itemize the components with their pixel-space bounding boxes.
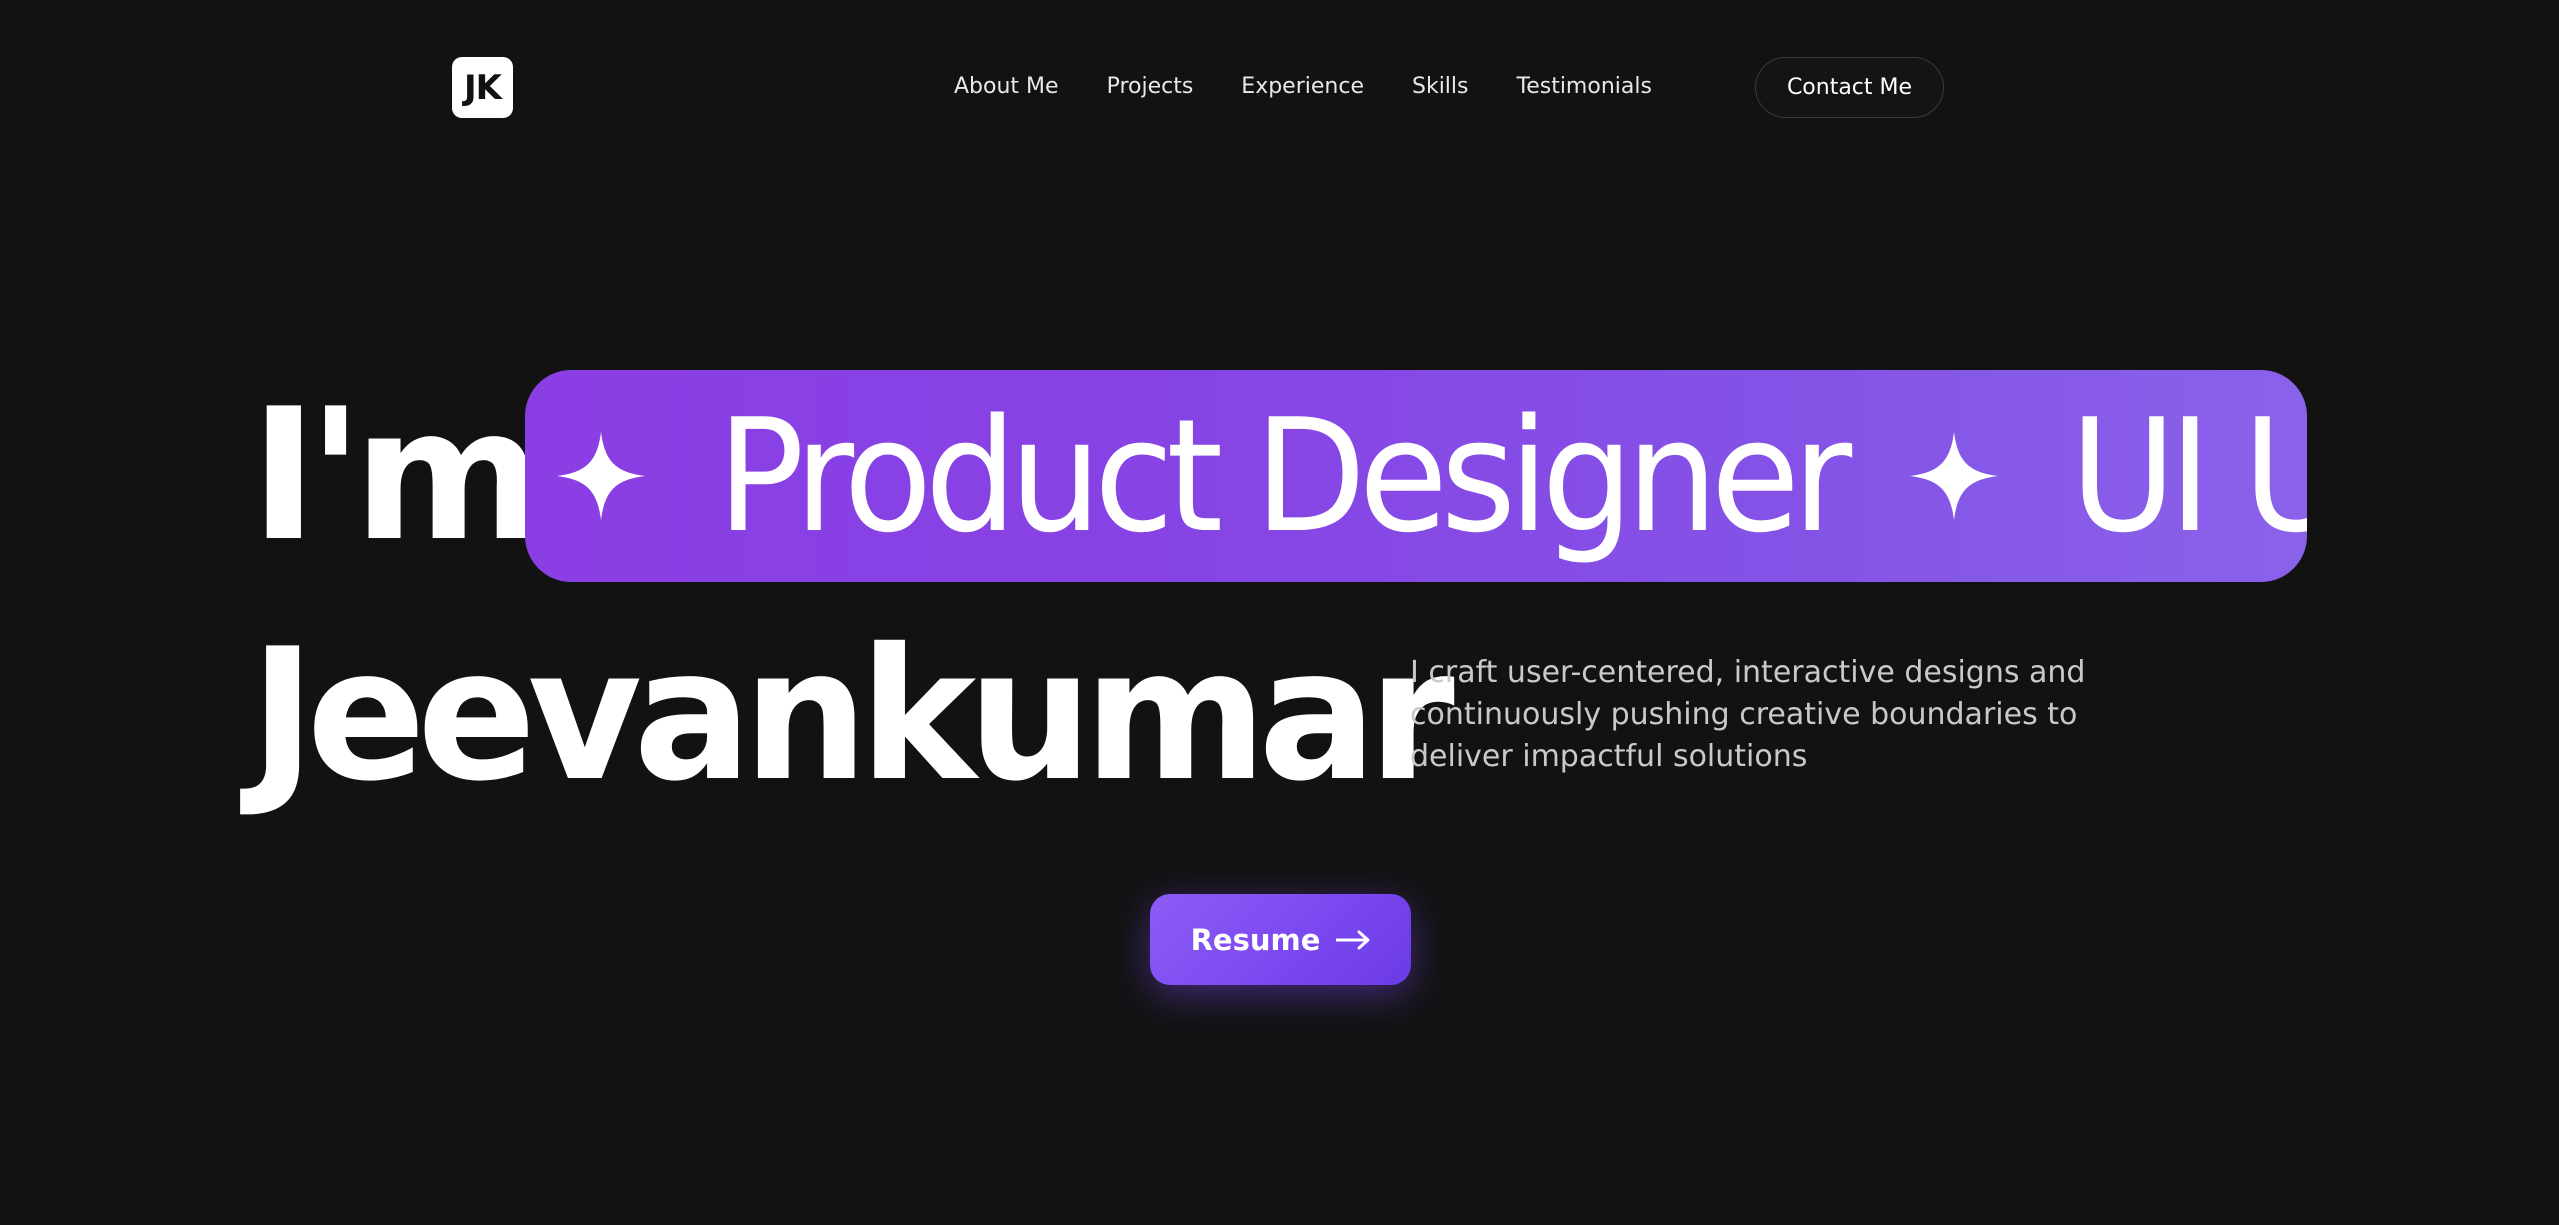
hero-prefix: I'm: [250, 369, 543, 581]
resume-button[interactable]: Resume: [1150, 894, 1411, 985]
hero-name: Jeevankumar: [250, 609, 1455, 821]
role-product-designer: Product Designer: [717, 385, 1852, 567]
nav-testimonials[interactable]: Testimonials: [1517, 71, 1652, 103]
nav-experience[interactable]: Experience: [1241, 71, 1364, 103]
portfolio-page: JK About Me Projects Experience Skills T…: [0, 0, 2559, 1225]
arrow-right-icon: [1336, 930, 1370, 949]
nav-projects[interactable]: Projects: [1107, 71, 1194, 103]
nav-skills[interactable]: Skills: [1412, 71, 1469, 103]
nav-about-me[interactable]: About Me: [954, 71, 1059, 103]
contact-me-button[interactable]: Contact Me: [1755, 57, 1944, 118]
sparkle-icon: [1909, 431, 1998, 521]
sparkle-icon: [556, 431, 646, 521]
logo-monogram: JK: [464, 67, 502, 108]
main-nav: About Me Projects Experience Skills Test…: [954, 71, 1652, 103]
hero-description: I craft user-centered, interactive desig…: [1410, 655, 2086, 774]
role-ui-ux: UI UX: [2069, 385, 2307, 567]
role-marquee: Product Designer UI UX: [525, 370, 2307, 582]
role-marquee-track: Product Designer UI UX: [555, 370, 2307, 582]
resume-label: Resume: [1190, 922, 1321, 957]
logo[interactable]: JK: [452, 57, 513, 118]
